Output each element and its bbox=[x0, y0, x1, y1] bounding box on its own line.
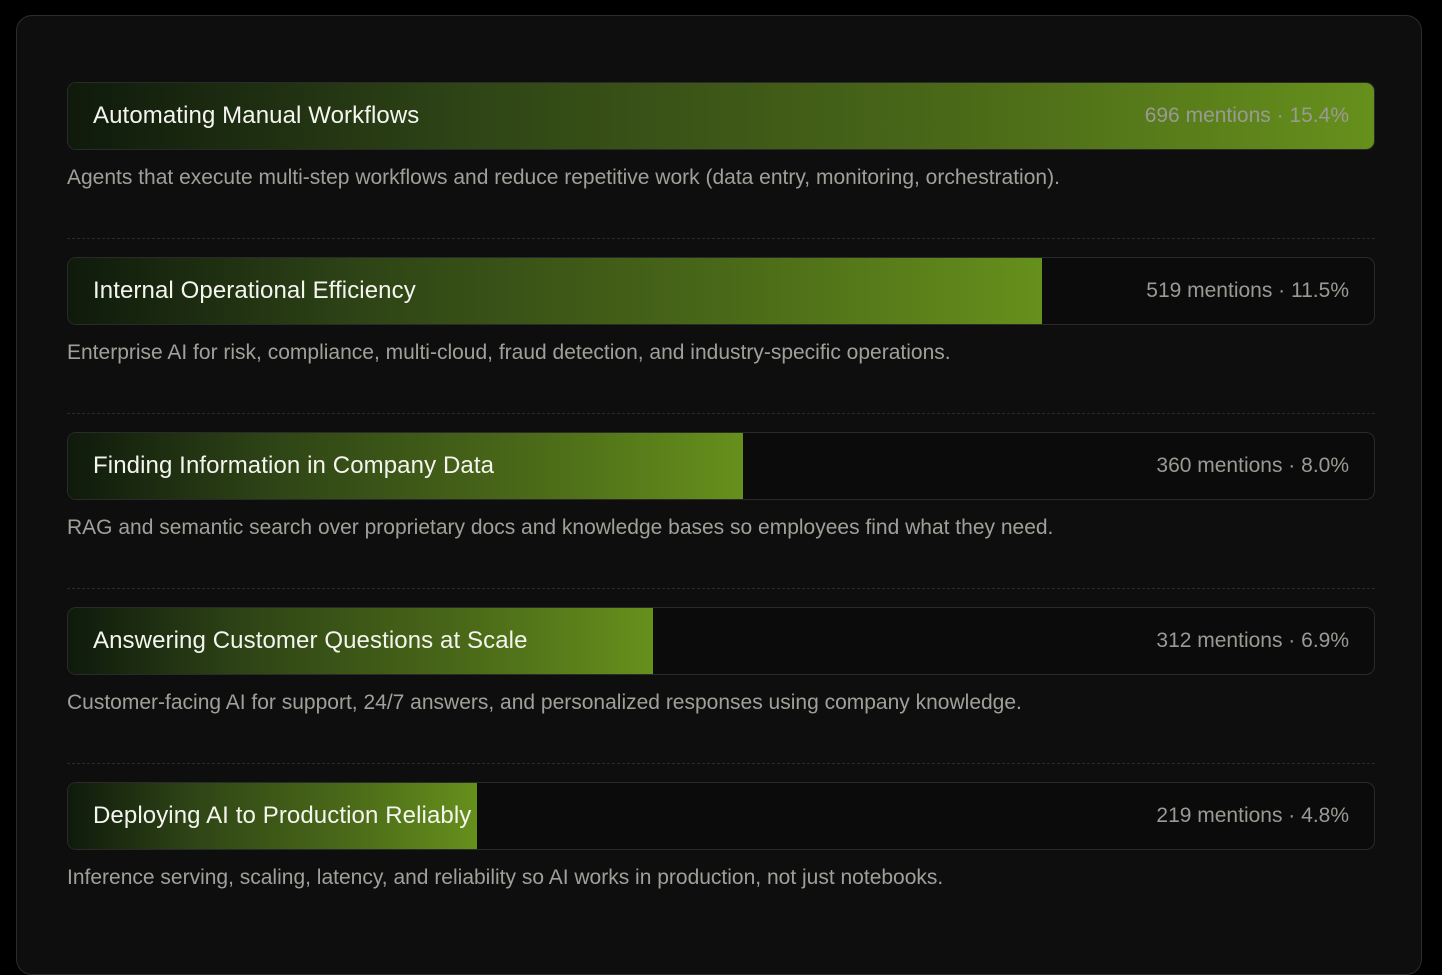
category-stat: 696 mentions · 15.4% bbox=[1144, 104, 1349, 127]
category-bar[interactable]: Internal Operational Efficiency 519 ment… bbox=[67, 257, 1375, 325]
category-item-automating-workflows: Automating Manual Workflows 696 mentions… bbox=[67, 82, 1375, 257]
categories-panel: Automating Manual Workflows 696 mentions… bbox=[16, 15, 1422, 975]
divider bbox=[67, 238, 1375, 239]
category-description: Customer-facing AI for support, 24/7 ans… bbox=[67, 691, 1022, 714]
category-bar[interactable]: Automating Manual Workflows 696 mentions… bbox=[67, 82, 1375, 150]
category-description: Inference serving, scaling, latency, and… bbox=[67, 866, 944, 889]
category-bar[interactable]: Answering Customer Questions at Scale 31… bbox=[67, 607, 1375, 675]
category-title: Deploying AI to Production Reliably bbox=[93, 802, 472, 829]
category-stat: 519 mentions · 11.5% bbox=[1146, 279, 1349, 302]
category-title: Finding Information in Company Data bbox=[93, 452, 495, 479]
category-bar[interactable]: Deploying AI to Production Reliably 219 … bbox=[67, 782, 1375, 850]
divider bbox=[67, 763, 1375, 764]
category-item-operational-efficiency: Internal Operational Efficiency 519 ment… bbox=[67, 257, 1375, 432]
category-stat: 312 mentions · 6.9% bbox=[1156, 629, 1349, 652]
category-item-finding-information: Finding Information in Company Data 360 … bbox=[67, 432, 1375, 607]
category-stat: 219 mentions · 4.8% bbox=[1156, 804, 1349, 827]
category-bar[interactable]: Finding Information in Company Data 360 … bbox=[67, 432, 1375, 500]
category-title: Automating Manual Workflows bbox=[93, 102, 420, 129]
category-description: Agents that execute multi-step workflows… bbox=[67, 166, 1060, 189]
category-list: Automating Manual Workflows 696 mentions… bbox=[67, 82, 1375, 957]
category-description: RAG and semantic search over proprietary… bbox=[67, 516, 1054, 539]
category-stat: 360 mentions · 8.0% bbox=[1156, 454, 1349, 477]
category-item-deploying-ai: Deploying AI to Production Reliably 219 … bbox=[67, 782, 1375, 957]
category-title: Internal Operational Efficiency bbox=[93, 277, 416, 304]
divider bbox=[67, 413, 1375, 414]
category-description: Enterprise AI for risk, compliance, mult… bbox=[67, 341, 951, 364]
divider bbox=[67, 588, 1375, 589]
category-item-customer-questions: Answering Customer Questions at Scale 31… bbox=[67, 607, 1375, 782]
category-title: Answering Customer Questions at Scale bbox=[93, 627, 528, 654]
